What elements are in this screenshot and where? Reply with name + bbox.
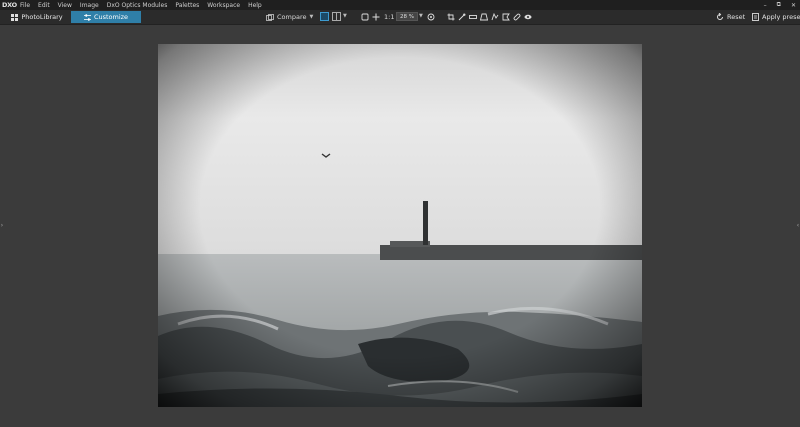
zoom-1to1-button[interactable]: 1:1 [384,12,394,22]
menu-help[interactable]: Help [248,2,262,9]
chevron-down-icon[interactable]: ▼ [419,13,423,19]
reset-label: Reset [727,13,746,21]
preset-icon [752,13,759,21]
menu-file[interactable]: File [20,2,30,9]
right-panel-toggle[interactable]: ‹ [796,221,800,229]
menu-workspace[interactable]: Workspace [207,2,240,9]
eyedropper-icon[interactable] [457,12,467,22]
move-icon[interactable] [371,12,381,22]
compare-icon [266,13,274,21]
apply-preset-button[interactable]: Apply preset [752,12,800,22]
chevron-right-icon: › [0,221,4,229]
app-logo: DXO [2,1,17,9]
tab-customize-label: Customize [93,13,129,21]
compare-label: Compare [277,13,307,21]
left-panel-toggle[interactable]: › [0,221,4,229]
chevron-down-icon[interactable]: ▼ [343,13,347,19]
tab-photolibrary[interactable]: PhotoLibrary [4,11,70,23]
close-button[interactable]: ✕ [791,2,796,9]
menu-edit[interactable]: Edit [38,2,50,9]
photo-viewer[interactable] [158,44,642,407]
fit-screen-icon[interactable] [360,12,370,22]
minimize-button[interactable]: – [764,2,767,9]
menu-bar: DXO File Edit View Image DxO Optics Modu… [0,0,800,10]
local-adjust-icon[interactable] [490,12,500,22]
graduated-filter-icon[interactable] [501,12,511,22]
grid-icon [11,13,19,21]
perspective-icon[interactable] [479,12,489,22]
sliders-icon [83,13,91,21]
reset-button[interactable]: Reset [716,12,745,22]
single-view-button[interactable] [320,12,329,21]
chevron-down-icon: ▼ [309,14,314,20]
eye-icon[interactable] [523,12,533,22]
split-view-button[interactable] [332,12,341,21]
tab-customize[interactable]: Customize [71,11,141,23]
repair-icon[interactable] [512,12,522,22]
crop-icon[interactable] [446,12,456,22]
restore-button[interactable]: ⧉ [777,1,781,9]
apply-preset-label: Apply preset [762,13,800,21]
tab-photolibrary-label: PhotoLibrary [21,13,63,21]
toolbar: PhotoLibrary Customize Compare ▼ ▼ 1:1 2… [0,10,800,25]
menu-image[interactable]: Image [80,2,99,9]
chevron-left-icon: ‹ [796,221,800,229]
menu-dxo-optics-modules[interactable]: DxO Optics Modules [107,2,168,9]
horizon-icon[interactable] [468,12,478,22]
compare-button[interactable]: Compare ▼ [266,12,313,22]
reset-icon [717,13,723,20]
zoom-level-value: 28 % [400,13,414,20]
menu-view[interactable]: View [58,2,72,9]
menu-palettes[interactable]: Palettes [175,2,199,9]
photo-image [158,44,642,407]
zoom-icon[interactable] [426,12,436,22]
zoom-level-select[interactable]: 28 % [396,12,418,21]
window-controls: – ⧉ ✕ [764,0,796,10]
